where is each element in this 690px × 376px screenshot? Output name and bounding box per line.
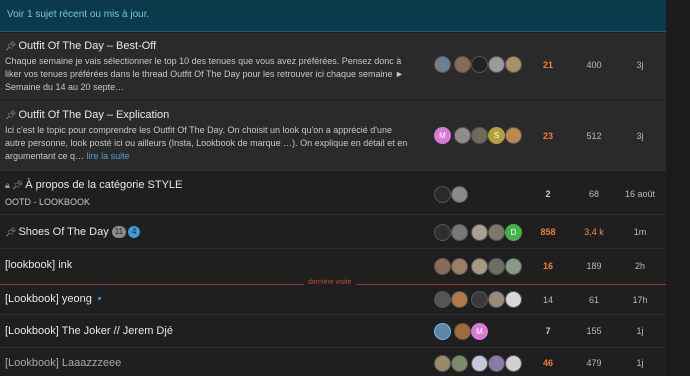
topic-title[interactable]: 🔒︎ 📌︎ À propos de la catégorie STYLE [5,179,182,191]
avatar[interactable] [434,224,451,241]
view-count: 512 [586,131,602,141]
activity-time[interactable]: 2h [620,261,660,271]
avatar[interactable] [451,258,468,275]
activity-time[interactable]: 16 août [620,189,660,199]
avatar[interactable] [451,355,468,372]
pin-icon: 📌︎ [5,227,17,237]
avatar[interactable] [471,56,488,73]
topic-title[interactable]: [Lookbook] Laaazzzeee [5,357,121,369]
view-count: 479 [586,358,602,368]
new-posts-badge[interactable]: 4 [128,226,141,238]
avatar[interactable] [471,355,488,372]
avatar[interactable] [434,258,451,275]
avatar[interactable] [488,56,505,73]
avatar[interactable] [451,291,468,308]
reply-count: 858 [540,227,556,237]
avatar[interactable] [454,127,471,144]
avatar[interactable] [434,56,451,73]
read-more-link[interactable]: lire la suite [87,151,130,161]
new-topics-banner-text[interactable]: Voir 1 sujet récent ou mis à jour. [7,9,149,20]
activity-time[interactable]: 1j [620,326,660,336]
avatar[interactable] [488,291,505,308]
avatar[interactable] [434,355,451,372]
new-topics-banner[interactable]: Voir 1 sujet récent ou mis à jour. [0,0,666,32]
activity-time[interactable]: 3j [620,131,660,141]
reply-count: 23 [542,131,553,141]
avatar[interactable] [471,127,488,144]
avatar[interactable] [451,186,468,203]
topic-title[interactable]: 📌︎ Outfit Of The Day – Explication [5,109,169,121]
topic-row[interactable]: 🔒︎ 📌︎ À propos de la catégorie STYLE OOTD … [0,172,666,215]
avatar[interactable] [505,291,522,308]
avatar[interactable] [488,258,505,275]
view-count: 3,4 k [584,227,604,237]
activity-time[interactable]: 17h [620,295,660,305]
avatar[interactable] [471,291,488,308]
category-tag[interactable]: OOTD - LOOKBOOK [5,197,90,207]
lock-icon: 🔒︎ [5,180,10,190]
view-count: 68 [588,189,599,199]
view-count: 61 [588,295,599,305]
avatar[interactable] [505,355,522,372]
avatar[interactable] [451,224,468,241]
view-count: 400 [586,60,602,70]
reply-count: 2 [545,189,551,199]
topic-title[interactable]: [Lookbook] The Joker // Jerem Djé [5,325,173,337]
reply-count: 14 [542,295,553,305]
topic-excerpt: Chaque semaine je vais sélectionner le t… [5,56,404,92]
avatar[interactable]: D [505,224,522,241]
topic-row[interactable]: 📌︎ Outfit Of The Day – Best-Off Chaque se… [0,33,666,99]
unread-badge[interactable]: 11 [111,226,127,238]
new-topic-dot [97,297,101,300]
activity-time[interactable]: 1m [620,227,660,237]
topic-excerpt: Ici c'est le topic pour comprendre les O… [5,125,408,161]
reply-count: 46 [542,358,553,368]
view-count: 189 [586,261,602,271]
topic-title[interactable]: 📌︎ Outfit Of The Day – Best-Off [5,40,156,52]
topic-title[interactable]: [lookbook] ink [5,259,72,271]
avatar[interactable]: S [488,127,505,144]
avatar[interactable] [488,224,505,241]
activity-time[interactable]: 1j [620,358,660,368]
avatar[interactable] [454,56,471,73]
avatar[interactable]: M [434,127,451,144]
avatar[interactable] [434,291,451,308]
topic-row[interactable]: [Lookbook] yeong 14 61 17h [0,285,666,315]
avatar[interactable] [505,258,522,275]
avatar[interactable] [471,258,488,275]
activity-time[interactable]: 3j [620,60,660,70]
view-count: 155 [586,326,602,336]
reply-count: 21 [542,60,553,70]
topic-row[interactable]: 📌︎ Shoes Of The Day 11 4 D 858 3,4 k 1m [0,216,666,249]
topic-row[interactable]: 📌︎ Outfit Of The Day – Explication Ici c'… [0,100,666,171]
avatar[interactable] [471,224,488,241]
avatar[interactable] [488,355,505,372]
avatar[interactable] [505,127,522,144]
pin-icon: 📌︎ [11,180,24,190]
reply-count: 16 [542,261,553,271]
avatar[interactable]: M [471,323,488,340]
topic-row[interactable]: [Lookbook] Laaazzzeee 46 479 1j [0,349,666,376]
avatar[interactable] [505,56,522,73]
reply-count: 7 [545,326,551,336]
pin-icon: 📌︎ [5,110,17,120]
avatar[interactable] [454,323,471,340]
topic-row[interactable]: [Lookbook] The Joker // Jerem Djé M 7 15… [0,316,666,348]
avatar[interactable] [434,186,451,203]
page-scrollbar[interactable] [666,0,690,376]
topic-title[interactable]: 📌︎ Shoes Of The Day 11 4 [5,226,141,238]
pin-icon: 📌︎ [5,41,17,51]
topic-title[interactable]: [Lookbook] yeong [5,293,101,305]
avatar[interactable] [434,323,451,340]
